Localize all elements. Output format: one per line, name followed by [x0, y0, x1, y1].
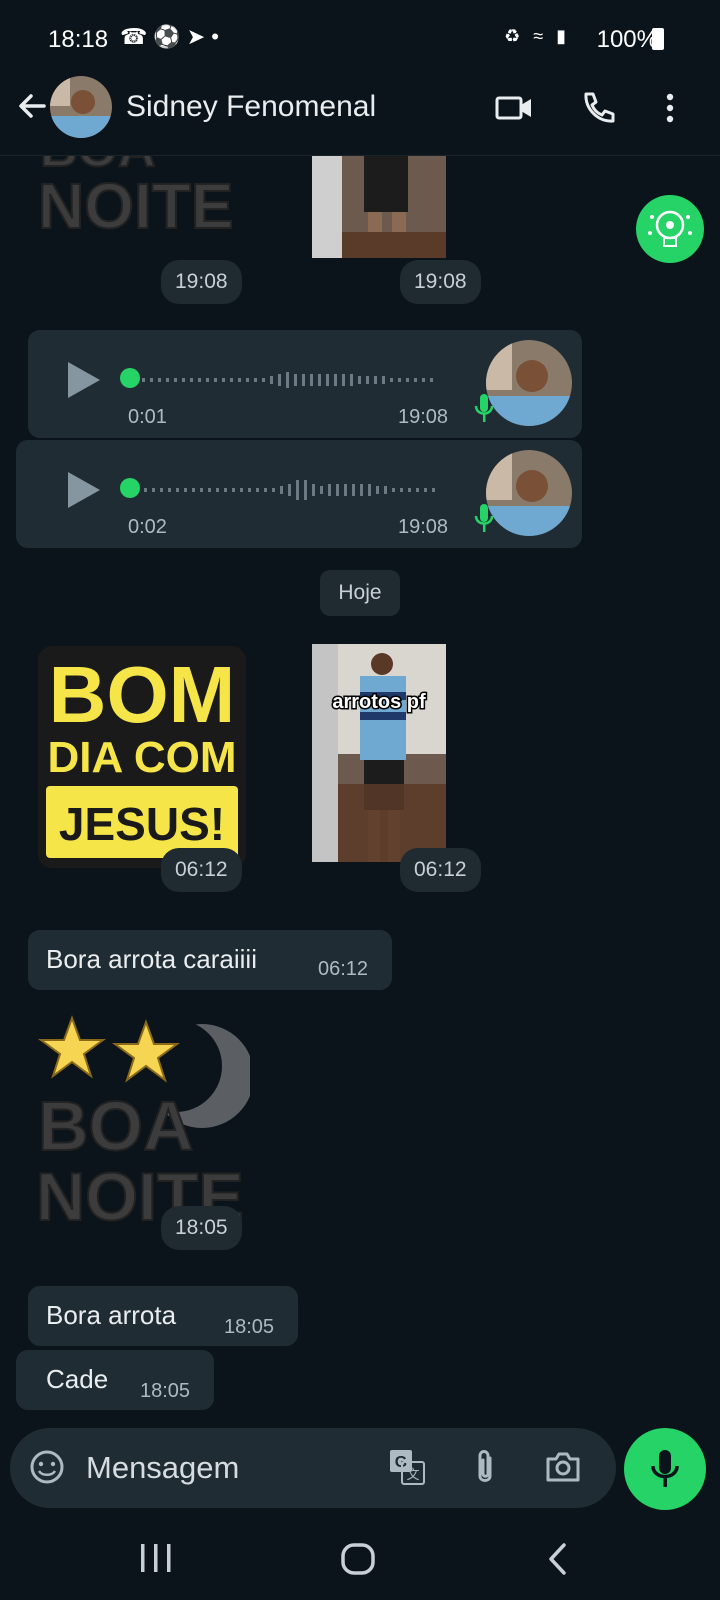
voice-waveform[interactable]	[142, 360, 442, 400]
sticker-time: 06:12	[161, 848, 242, 892]
bom-text: BOM	[49, 650, 236, 739]
attach-icon[interactable]	[470, 1448, 500, 1488]
noite-text-top: NOITE	[38, 170, 234, 242]
battery-percent: 100%	[596, 26, 658, 53]
video-call-icon[interactable]	[494, 88, 534, 128]
playback-position-dot[interactable]	[120, 368, 140, 388]
dia-com-text: DIA COM	[47, 733, 236, 782]
home-icon[interactable]	[340, 1542, 376, 1576]
svg-text:文: 文	[406, 1467, 419, 1482]
contact-avatar[interactable]	[50, 76, 112, 138]
emoji-icon[interactable]	[28, 1448, 66, 1486]
date-divider: Hoje	[320, 570, 400, 616]
sticker-time: 18:05	[161, 1206, 242, 1250]
message-bubble[interactable]: Bora arrota caraiiii 06:12	[28, 930, 392, 990]
sticker-time: 19:08	[400, 260, 481, 304]
back-arrow-icon[interactable]	[14, 88, 50, 124]
message-time: 18:05	[140, 1380, 191, 1402]
video-sticker-top[interactable]	[312, 156, 446, 258]
contact-name[interactable]: Sidney Fenomenal	[126, 90, 376, 124]
notification-icons: ☎⚽➤•	[120, 24, 225, 49]
sender-avatar	[486, 450, 572, 536]
message-text: Bora arrota caraiiii	[46, 944, 257, 974]
voice-message[interactable]: 0:01 19:08	[28, 330, 582, 438]
sticker-time: 06:12	[400, 848, 481, 892]
system-nav-bar	[0, 1516, 720, 1600]
battery-icon	[652, 28, 664, 50]
bom-dia-sticker[interactable]: BOM DIA COM JESUS!	[38, 646, 246, 868]
sticker-time: 19:08	[161, 260, 242, 304]
video-sticker[interactable]: arrotos pf	[312, 644, 446, 862]
playback-position-dot[interactable]	[120, 478, 140, 498]
mic-icon	[651, 1450, 679, 1487]
message-time: 06:12	[318, 958, 369, 980]
mic-icon	[474, 394, 494, 422]
more-options-icon[interactable]	[650, 88, 690, 128]
chat-header: Sidney Fenomenal	[0, 60, 720, 156]
camera-icon[interactable]	[544, 1448, 582, 1486]
chat-area: BOA NOITE 19:08 19:08 0:01 19:08	[0, 156, 720, 1426]
ai-assistant-button[interactable]	[636, 195, 704, 263]
message-bubble[interactable]: Bora arrota 18:05	[28, 1286, 298, 1346]
play-icon[interactable]	[64, 468, 104, 512]
voice-duration: 0:01	[128, 406, 167, 428]
voice-message[interactable]: 0:02 19:08	[16, 440, 582, 548]
lightbulb-icon	[648, 210, 692, 247]
voice-duration: 0:02	[128, 516, 167, 538]
mic-icon	[474, 504, 494, 532]
message-bubble[interactable]: Cade 18:05	[16, 1350, 214, 1410]
boa-noite-sticker-top[interactable]: BOA NOITE	[36, 156, 246, 256]
message-time: 18:05	[224, 1316, 275, 1338]
star-icon	[37, 1015, 107, 1079]
sender-avatar	[486, 340, 572, 426]
signal-wifi-icons: ♻ ≈ ▮	[504, 26, 570, 46]
voice-waveform[interactable]	[144, 470, 444, 510]
status-bar: 18:18 ☎⚽➤• ♻ ≈ ▮ 100%	[0, 0, 720, 60]
status-time: 18:18	[48, 26, 109, 53]
phone-icon[interactable]	[578, 88, 618, 128]
voice-time: 19:08	[398, 516, 449, 538]
message-text: Bora arrota	[46, 1300, 177, 1330]
video-caption: arrotos pf	[332, 691, 426, 713]
jesus-text: JESUS!	[59, 798, 225, 850]
message-input-bar[interactable]: Mensagem G 文	[10, 1428, 616, 1508]
recents-icon[interactable]	[138, 1542, 174, 1574]
play-icon[interactable]	[64, 358, 104, 402]
message-input[interactable]: Mensagem	[86, 1450, 239, 1486]
translate-icon[interactable]: G 文	[388, 1448, 426, 1486]
voice-record-button[interactable]	[624, 1428, 706, 1510]
message-text: Cade	[46, 1364, 109, 1394]
boa-text: BOA	[38, 1087, 194, 1165]
voice-time: 19:08	[398, 406, 449, 428]
back-icon[interactable]	[546, 1542, 570, 1576]
